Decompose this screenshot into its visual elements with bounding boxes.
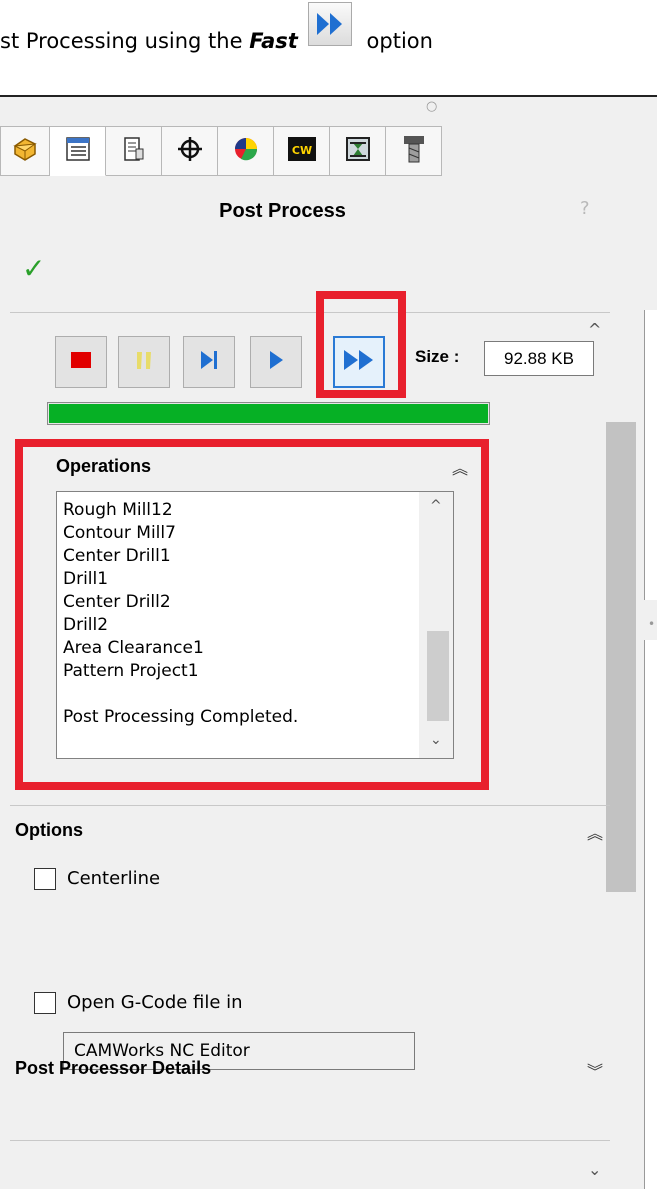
caption-fast-word: Fast <box>249 29 298 53</box>
log-line: Center Drill1 <box>63 546 171 566</box>
play-icon <box>264 347 288 377</box>
post-processor-details-heading[interactable]: Post Processor Details <box>15 1058 211 1079</box>
manager-tab-bar: CW <box>0 126 657 176</box>
run-button[interactable] <box>250 336 302 388</box>
scrollbar-thumb[interactable] <box>606 422 636 892</box>
instruction-caption: st Processing using the Fast option <box>0 2 433 60</box>
svg-text:CW: CW <box>291 144 311 157</box>
log-line: Contour Mill7 <box>63 523 176 543</box>
centerline-label: Centerline <box>67 868 161 889</box>
open-gcode-checkbox[interactable] <box>34 992 56 1014</box>
tab-tool-library[interactable] <box>386 126 442 176</box>
scroll-up-icon[interactable]: ^ <box>588 320 601 339</box>
graphics-area-pane <box>644 640 657 1189</box>
pause-icon <box>132 348 156 376</box>
property-manager-icon <box>120 135 148 167</box>
log-line: Drill2 <box>63 615 109 635</box>
step-button[interactable] <box>183 336 235 388</box>
tab-camworks[interactable]: CW <box>274 126 330 176</box>
parts-icon <box>10 134 40 168</box>
tab-parts[interactable] <box>0 126 50 176</box>
size-value: 92.88 KB <box>484 341 594 376</box>
tool-icon <box>400 134 428 168</box>
tab-feature-tree[interactable] <box>50 126 106 176</box>
collapse-icon[interactable]: ︽ <box>452 455 468 479</box>
tab-appearance[interactable] <box>218 126 274 176</box>
tab-coordinate-system[interactable] <box>162 126 218 176</box>
graphics-area-pane <box>644 310 657 600</box>
tab-property-manager[interactable] <box>106 126 162 176</box>
step-forward-icon <box>196 347 222 377</box>
feature-tree-icon <box>64 135 92 167</box>
panel-title: Post Process <box>219 200 346 222</box>
stop-icon <box>69 349 93 375</box>
caption-prefix: st Processing using the <box>0 29 250 53</box>
centerline-checkbox[interactable] <box>34 868 56 890</box>
splitter-handle-icon[interactable]: • <box>648 617 655 631</box>
divider <box>10 805 610 806</box>
scroll-up-icon[interactable]: ^ <box>430 498 442 514</box>
tab-simulation[interactable] <box>330 126 386 176</box>
log-line: Area Clearance1 <box>63 638 204 658</box>
highlight-box <box>316 291 406 398</box>
operations-log[interactable]: Rough Mill12 Contour Mill7 Center Drill1 Dr… <box>56 491 454 759</box>
simulation-icon <box>344 135 372 167</box>
stop-button[interactable] <box>55 336 107 388</box>
caption-suffix: option <box>359 29 433 53</box>
ok-checkmark-icon[interactable]: ✓ <box>22 252 45 285</box>
log-line: Pattern Project1 <box>63 661 199 681</box>
expand-icon[interactable]: ︾ <box>587 1058 603 1082</box>
operations-lines: Rough Mill12 Contour Mill7 Center Drill1 Dr… <box>63 499 298 729</box>
open-gcode-label: Open G-Code file in <box>67 992 243 1013</box>
divider <box>10 1140 610 1141</box>
fast-forward-icon <box>307 2 352 46</box>
size-label: Size : <box>415 347 460 366</box>
progress-fill <box>49 404 488 423</box>
log-line: Rough Mill12 <box>63 500 173 520</box>
divider <box>10 312 610 313</box>
pause-button[interactable] <box>118 336 170 388</box>
log-line: Center Drill2 <box>63 592 171 612</box>
panel-grip-icon[interactable]: ○ <box>426 99 437 114</box>
help-icon[interactable]: ? <box>580 198 590 219</box>
log-scrollbar[interactable]: ^ ⌄ <box>419 492 453 758</box>
log-line: Drill1 <box>63 569 109 589</box>
progress-bar <box>47 402 490 425</box>
log-line: Post Processing Completed. <box>63 707 299 727</box>
appearance-icon <box>231 134 261 168</box>
coordinate-icon <box>176 135 204 167</box>
options-heading: Options <box>15 820 83 840</box>
scroll-down-icon[interactable]: ⌄ <box>588 1160 601 1179</box>
operations-heading: Operations <box>56 456 152 476</box>
camworks-icon: CW <box>287 136 317 166</box>
scrollbar-thumb[interactable] <box>427 631 449 721</box>
scroll-down-icon[interactable]: ⌄ <box>430 732 442 748</box>
collapse-icon[interactable]: ︽ <box>587 820 603 844</box>
